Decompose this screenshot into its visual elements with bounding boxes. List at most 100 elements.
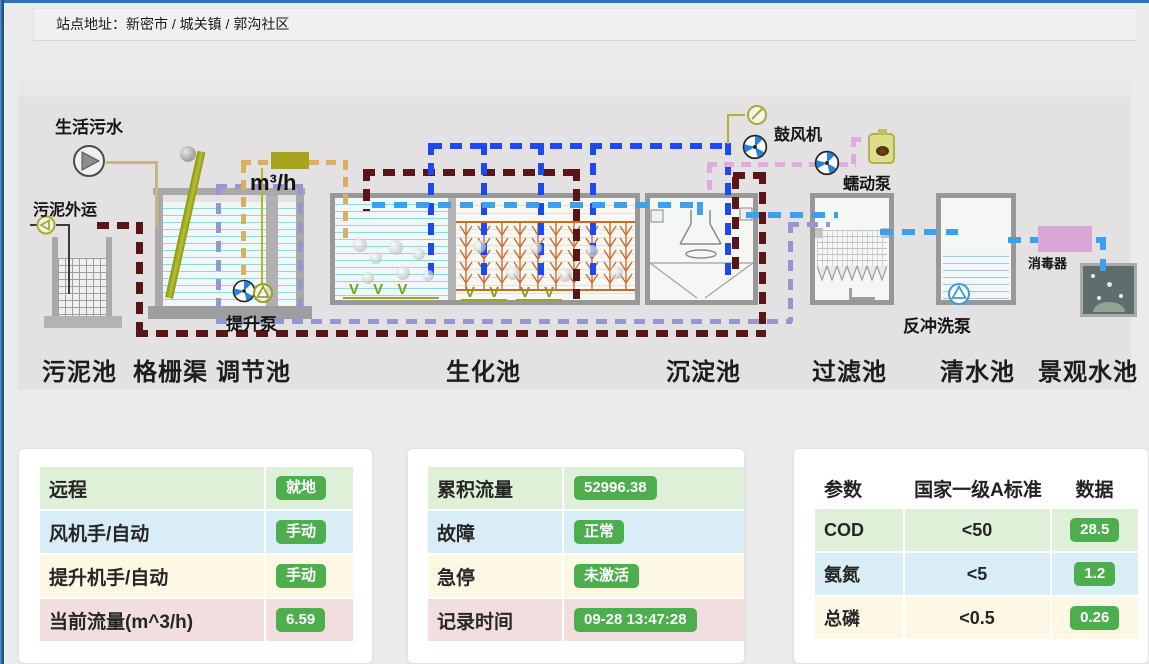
disinfector-unit [1038,226,1092,252]
regulation-tank-water [278,202,296,306]
table-row: COD <50 28.5 [815,509,1138,553]
disinfector-label: 消毒器 [1028,253,1067,272]
filter-nozzle-teeth [817,266,887,284]
pool-label-landscape: 景观水池 [1038,352,1138,387]
breadcrumb-bar: 站点地址：新密市 / 城关镇 / 郭沟社区 [33,8,1138,41]
total-flow-badge: 52996.38 [574,476,657,501]
lift-discharge-pipe [241,163,246,293]
diffuser-platform [461,299,507,301]
sludge-return-pipe [732,177,739,273]
table-row: 当前流量(m^3/h) 6.59 [40,599,353,643]
row-value-cell: 正常 [564,511,744,553]
site-address-breadcrumb: 站点地址：新密市 / 城关镇 / 郭沟社区 [34,9,1137,40]
bubble-dot [1091,274,1095,278]
reservoir-handle [878,129,887,135]
aeration-drop-pipe [481,143,487,283]
bubble [362,272,374,284]
table-row: 提升机手/自动 手动 [40,555,353,599]
table-row: 氨氮 <5 1.2 [815,553,1138,597]
diffuser-icons: V V [465,285,504,300]
param-name: COD [815,509,905,551]
param-standard: <0.5 [905,597,1052,639]
control-panel-card: 远程 就地 风机手/自动 手动 提升机手/自动 手动 当前流量(m^3/h) 6… [18,448,373,664]
supernatant-return-pipe [298,184,303,324]
control-table: 远程 就地 风机手/自动 手动 提升机手/自动 手动 当前流量(m^3/h) 6… [40,467,353,643]
row-label: 当前流量(m^3/h) [40,599,266,641]
row-value-cell: 52996.38 [564,467,744,509]
row-value-cell: 手动 [266,555,353,597]
process-flow-diagram: V V V V V V V [18,80,1131,390]
column-header: 国家一级A标准 [905,475,1051,502]
bubble [610,266,623,279]
row-label: 急停 [428,555,564,597]
diffuser-icons: V V [520,285,559,300]
blower-valve-line [727,114,729,144]
top-accent-line [0,0,1149,3]
lift-pump-label: 提升泵 [226,310,277,335]
main-flow-pipe [697,202,703,224]
pool-label-biochem: 生化池 [446,352,521,387]
lift-mode-badge[interactable]: 手动 [276,564,326,589]
sludge-tank-base [44,316,122,328]
param-standard: <5 [905,553,1052,595]
backwash-pump-icon [947,282,971,306]
peristaltic-pump-label: 蠕动泵 [843,170,891,194]
landscape-pool [1080,263,1137,317]
bubble [530,242,542,254]
supernatant-return-pipe [788,222,830,227]
sludge-tank-wall [106,237,112,319]
backwash-pump-label: 反冲洗泵 [903,312,971,337]
supernatant-return-pipe [216,184,221,324]
pool-label-screen: 格栅渠 [133,352,208,387]
sludge-out-label: 污泥外运 [33,196,97,220]
flow-unit-label: m³/h [250,170,296,196]
flow-meter [271,152,309,169]
table-row: 累积流量 52996.38 [428,467,744,511]
current-flow-badge: 6.59 [276,608,325,633]
bubble [388,240,403,255]
row-value-cell: 手动 [266,511,353,553]
influent-pipe [155,161,158,227]
dosing-pipe [707,162,819,167]
aeration-drop-pipe [590,143,596,283]
column-header: 数据 [1051,475,1138,502]
blower-fan-icon [742,134,768,160]
left-accent-strip [0,0,4,664]
remote-mode-badge[interactable]: 就地 [276,476,326,501]
param-name: 氨氮 [815,553,905,595]
table-row: 总磷 <0.5 0.26 [815,597,1138,641]
lift-discharge-pipe [343,160,348,242]
main-flow-pipe [372,202,702,208]
record-time-badge: 09-28 13:47:28 [574,608,697,633]
lift-pump-icon [252,282,274,304]
pool-label-sediment: 沉淀池 [666,352,741,387]
bubble [586,245,598,257]
bubble [473,240,486,253]
sludge-recycle-pipe [573,169,580,299]
diffuser-platform [343,297,439,299]
quality-header-row: 参数 国家一级A标准 数据 [815,467,1138,509]
blower-valve-icon [746,104,768,126]
biochem-divider-wall [448,198,456,300]
aeration-manifold-pipe [430,143,728,149]
filter-drain-pipe [849,297,875,300]
pool-label-clearwater: 清水池 [940,352,1015,387]
clearwater-tank [936,193,1016,305]
tp-value-badge: 0.26 [1070,606,1119,631]
dosing-reservoir [868,133,895,164]
row-value-cell: 09-28 13:47:28 [564,599,744,641]
aeration-drop-pipe [538,143,544,283]
sludge-return-pipe [759,172,766,337]
dosing-chemical [876,146,889,156]
row-value-cell: 未激活 [564,555,744,597]
table-row: 远程 就地 [40,467,353,511]
cod-value-badge: 28.5 [1070,518,1119,543]
main-flow-pipe [880,229,958,235]
estop-status-badge: 未激活 [574,564,639,589]
blower-fan-icon [814,150,840,176]
quality-panel-card: 参数 国家一级A标准 数据 COD <50 28.5 氨氮 <5 1.2 总磷 … [793,448,1149,664]
bubble-dot [1097,296,1101,300]
fan-mode-badge[interactable]: 手动 [276,520,326,545]
sludge-recycle-pipe [363,169,577,176]
pool-label-regulate: 调节池 [216,352,291,387]
